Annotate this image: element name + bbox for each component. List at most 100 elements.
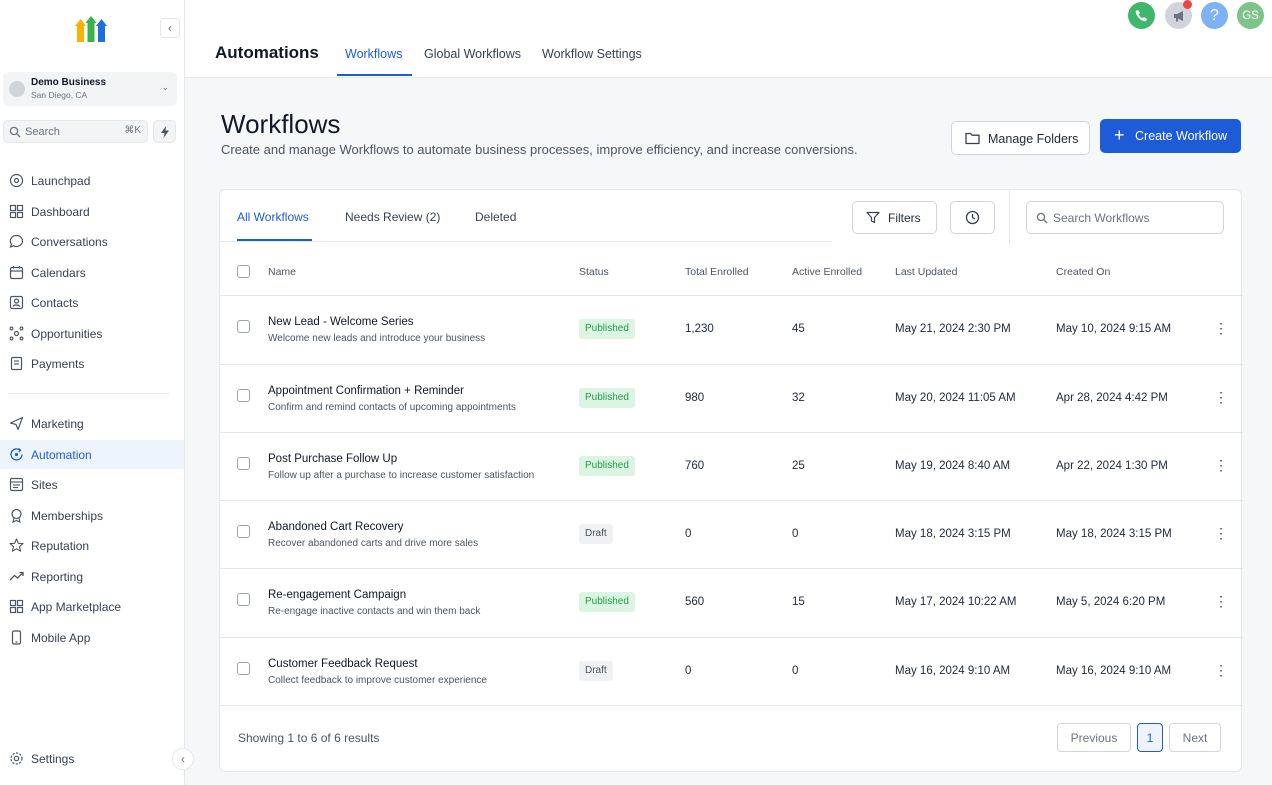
active-tab-indicator bbox=[337, 74, 412, 76]
workflow-name[interactable]: Post Purchase Follow Up bbox=[268, 453, 397, 465]
sidebar-item-opportunities[interactable]: Opportunities bbox=[0, 319, 184, 348]
column-header-created-on[interactable]: Created On bbox=[1056, 266, 1110, 278]
sidebar-item-settings[interactable]: Settings bbox=[0, 744, 184, 773]
filters-button[interactable]: Filters bbox=[852, 201, 937, 234]
user-avatar[interactable]: GS bbox=[1237, 2, 1264, 29]
row-checkbox[interactable] bbox=[237, 457, 250, 470]
workflow-name[interactable]: Appointment Confirmation + Reminder bbox=[268, 385, 464, 397]
sidebar-item-mobile-app[interactable]: Mobile App bbox=[0, 623, 184, 652]
grid-icon bbox=[9, 599, 24, 614]
tab-all-workflows[interactable]: All Workflows bbox=[237, 210, 309, 224]
tab-needs-review[interactable]: Needs Review (2) bbox=[345, 210, 440, 224]
sidebar-item-app-marketplace[interactable]: App Marketplace bbox=[0, 592, 184, 621]
created-on: May 10, 2024 9:15 AM bbox=[1056, 323, 1172, 335]
tab-deleted[interactable]: Deleted bbox=[475, 210, 516, 224]
history-button[interactable] bbox=[950, 201, 995, 234]
total-enrolled: 1,230 bbox=[685, 323, 714, 335]
help-button[interactable]: ? bbox=[1201, 2, 1228, 29]
sidebar-item-dashboard[interactable]: Dashboard bbox=[0, 197, 184, 226]
more-options-icon[interactable]: ⋮ bbox=[1214, 320, 1228, 337]
workflow-name[interactable]: Customer Feedback Request bbox=[268, 658, 418, 670]
sidebar-item-memberships[interactable]: Memberships bbox=[0, 501, 184, 530]
last-updated: May 16, 2024 9:10 AM bbox=[895, 665, 1011, 677]
clock-icon bbox=[965, 210, 980, 225]
last-updated: May 20, 2024 11:05 AM bbox=[895, 392, 1016, 404]
sidebar-item-contacts[interactable]: Contacts bbox=[0, 288, 184, 317]
tab-workflow-settings[interactable]: Workflow Settings bbox=[542, 47, 642, 61]
tab-workflows[interactable]: Workflows bbox=[345, 47, 402, 61]
sidebar-item-reputation[interactable]: Reputation bbox=[0, 531, 184, 560]
column-header-active-enrolled[interactable]: Active Enrolled bbox=[792, 266, 862, 278]
table-row[interactable]: Abandoned Cart Recovery Recover abandone… bbox=[220, 501, 1243, 569]
sidebar-item-reporting[interactable]: Reporting bbox=[0, 562, 184, 591]
table-row[interactable]: New Lead - Welcome Series Welcome new le… bbox=[220, 296, 1243, 364]
more-options-icon[interactable]: ⋮ bbox=[1214, 457, 1228, 474]
quick-actions-button[interactable] bbox=[153, 120, 176, 143]
active-enrolled: 15 bbox=[792, 596, 805, 608]
sidebar-item-launchpad[interactable]: Launchpad bbox=[0, 166, 184, 195]
column-header-name[interactable]: Name bbox=[268, 266, 296, 278]
workflow-description: Collect feedback to improve customer exp… bbox=[268, 675, 487, 686]
sidebar-item-label: Payments bbox=[31, 357, 85, 371]
table-row[interactable]: Appointment Confirmation + Reminder Conf… bbox=[220, 365, 1243, 433]
folder-icon bbox=[965, 132, 980, 145]
phone-button[interactable] bbox=[1128, 2, 1155, 29]
row-checkbox[interactable] bbox=[237, 662, 250, 675]
workflow-name[interactable]: New Lead - Welcome Series bbox=[268, 316, 414, 328]
sidebar-item-automation[interactable]: Automation bbox=[0, 440, 184, 469]
table-row[interactable]: Re-engagement Campaign Re-engage inactiv… bbox=[220, 569, 1243, 637]
megaphone-icon bbox=[1173, 10, 1183, 21]
row-checkbox[interactable] bbox=[237, 389, 250, 402]
collapse-sidebar-button[interactable]: ‹ bbox=[160, 18, 180, 38]
workflow-name[interactable]: Abandoned Cart Recovery bbox=[268, 521, 404, 533]
previous-page-button[interactable]: Previous bbox=[1057, 723, 1131, 752]
column-header-last-updated[interactable]: Last Updated bbox=[895, 266, 957, 278]
account-switcher[interactable]: Demo Business San Diego, CA ⌄ bbox=[3, 72, 177, 106]
sidebar-item-marketing[interactable]: Marketing bbox=[0, 409, 184, 438]
collapse-sidebar-bottom-button[interactable]: ‹ bbox=[172, 748, 194, 770]
search-shortcut: ⌘K bbox=[124, 125, 141, 136]
workflow-search[interactable] bbox=[1026, 201, 1224, 234]
toolbar-divider bbox=[1009, 190, 1010, 245]
more-options-icon[interactable]: ⋮ bbox=[1214, 525, 1228, 542]
sidebar-item-label: Calendars bbox=[31, 266, 86, 280]
memberships-icon bbox=[11, 508, 22, 523]
column-header-total-enrolled[interactable]: Total Enrolled bbox=[685, 266, 749, 278]
tab-global-workflows[interactable]: Global Workflows bbox=[424, 47, 521, 61]
sidebar-item-label: Contacts bbox=[31, 296, 79, 310]
more-options-icon[interactable]: ⋮ bbox=[1214, 389, 1228, 406]
table-row[interactable]: Post Purchase Follow Up Follow up after … bbox=[220, 433, 1243, 501]
select-all-checkbox[interactable] bbox=[237, 265, 250, 278]
workflow-description: Welcome new leads and introduce your bus… bbox=[268, 333, 486, 344]
page-1-button[interactable]: 1 bbox=[1137, 723, 1163, 752]
created-on: May 5, 2024 6:20 PM bbox=[1056, 596, 1166, 608]
workflow-search-input[interactable] bbox=[1053, 208, 1218, 228]
workflow-name[interactable]: Re-engagement Campaign bbox=[268, 589, 406, 601]
next-page-button[interactable]: Next bbox=[1169, 723, 1221, 752]
manage-folders-button[interactable]: Manage Folders bbox=[951, 121, 1090, 155]
row-checkbox[interactable] bbox=[237, 320, 250, 333]
help-icon: ? bbox=[1210, 6, 1219, 24]
last-updated: May 18, 2024 3:15 PM bbox=[895, 528, 1011, 540]
manage-folders-label: Manage Folders bbox=[988, 132, 1079, 146]
active-enrolled: 45 bbox=[792, 323, 805, 335]
sidebar-item-calendars[interactable]: Calendars bbox=[0, 258, 184, 287]
column-header-status[interactable]: Status bbox=[579, 266, 609, 278]
create-workflow-button[interactable]: + Create Workflow bbox=[1100, 119, 1241, 153]
sidebar-item-payments[interactable]: Payments bbox=[0, 349, 184, 378]
table-row[interactable]: Customer Feedback Request Collect feedba… bbox=[220, 638, 1243, 706]
workflow-description: Follow up after a purchase to increase c… bbox=[268, 470, 535, 481]
sidebar-divider bbox=[8, 393, 169, 394]
sidebar-item-sites[interactable]: Sites bbox=[0, 470, 184, 499]
sidebar-item-label: Dashboard bbox=[31, 205, 90, 219]
sidebar-item-conversations[interactable]: Conversations bbox=[0, 227, 184, 256]
sidebar-search[interactable]: Search ⌘K bbox=[3, 120, 148, 143]
row-checkbox[interactable] bbox=[237, 593, 250, 606]
more-options-icon[interactable]: ⋮ bbox=[1214, 662, 1228, 679]
row-checkbox[interactable] bbox=[237, 525, 250, 538]
more-options-icon[interactable]: ⋮ bbox=[1214, 593, 1228, 610]
opportunities-icon bbox=[9, 326, 24, 341]
active-enrolled: 32 bbox=[792, 392, 805, 404]
created-on: May 18, 2024 3:15 PM bbox=[1056, 528, 1172, 540]
sidebar-item-label: Reporting bbox=[31, 570, 84, 584]
